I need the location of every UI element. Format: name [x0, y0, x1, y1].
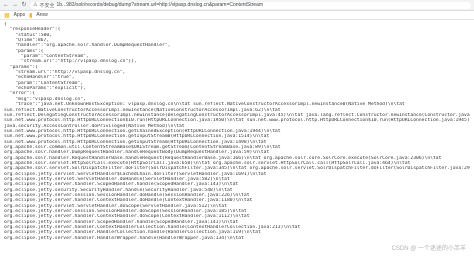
json-line: sun.net.www.protocol.http.HttpURLConnect…	[4, 118, 470, 123]
json-response-body: { "responseHeader":{ "status":500, "QTim…	[0, 20, 474, 260]
url-text: 1b...983/solr/records/debug/dump?stream.…	[57, 2, 264, 8]
forward-icon[interactable]: →	[12, 2, 18, 8]
bookmark-apps[interactable]: Apps	[14, 12, 25, 18]
security-label: 不安全	[39, 2, 54, 9]
folder-icon: ▮	[29, 12, 32, 19]
apps-grid-icon: ▦	[4, 12, 10, 19]
address-bar[interactable]: ⚠ 不安全 1b...983/solr/records/debug/dump?s…	[30, 2, 471, 9]
reload-icon[interactable]: ↻	[21, 2, 27, 8]
security-warning-icon: ⚠	[33, 2, 37, 8]
back-icon[interactable]: ←	[3, 2, 9, 8]
json-line: org.eclipse.jetty.server.handler.Handler…	[4, 236, 470, 241]
json-line: org.apache.solr.servlet.SolrDispatchFilt…	[4, 166, 470, 171]
json-line: "trace":"java.net.UnknownHostException: …	[4, 102, 470, 107]
watermark: CSDN @ 一个迷途的小羔羊	[392, 243, 466, 252]
browser-toolbar: ← → ↻ ⚠ 不安全 1b...983/solr/records/debug/…	[0, 0, 474, 11]
bookmark-arow[interactable]: Arow	[36, 12, 47, 18]
bookmarks-bar: ▦ Apps ▮ Arow	[0, 11, 474, 20]
